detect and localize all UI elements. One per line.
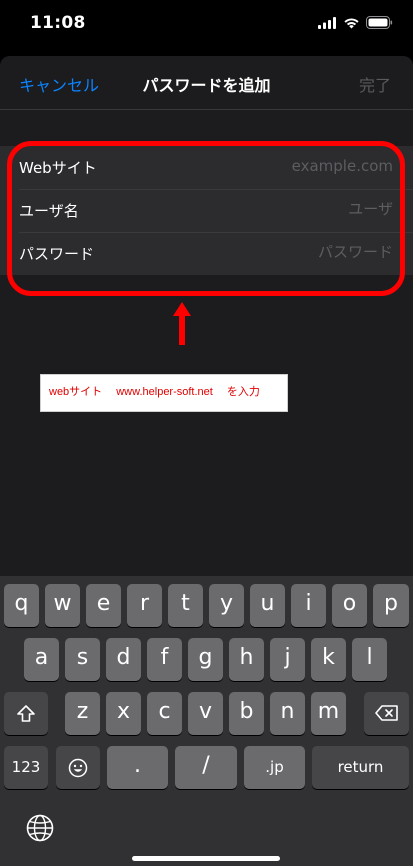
key-y[interactable]: y: [209, 584, 244, 627]
delete-key[interactable]: [364, 692, 409, 735]
key-h[interactable]: h: [229, 638, 264, 681]
key-n[interactable]: n: [270, 692, 305, 735]
key-d[interactable]: d: [106, 638, 141, 681]
key-e[interactable]: e: [86, 584, 121, 627]
shift-icon: [17, 705, 35, 722]
emoji-icon: [68, 758, 88, 778]
status-time: 11:08: [30, 13, 86, 33]
key-q[interactable]: q: [4, 584, 39, 627]
status-bar: 11:08: [0, 0, 413, 50]
home-indicator[interactable]: [132, 856, 280, 861]
jp-key[interactable]: .jp: [244, 746, 305, 789]
key-o[interactable]: o: [332, 584, 367, 627]
key-f[interactable]: f: [147, 638, 182, 681]
delete-icon: [374, 705, 398, 721]
key-t[interactable]: t: [168, 584, 203, 627]
key-r[interactable]: r: [127, 584, 162, 627]
instruction-text: webサイト www.helper-soft.net を入力: [49, 386, 260, 398]
instruction-note: webサイト www.helper-soft.net を入力: [40, 374, 288, 412]
key-a[interactable]: a: [24, 638, 59, 681]
key-c[interactable]: c: [147, 692, 182, 735]
highlight-frame: [7, 141, 405, 296]
page-title: パスワードを追加: [142, 76, 271, 95]
up-arrow-icon: [173, 302, 191, 345]
key-p[interactable]: p: [373, 584, 409, 627]
key-u[interactable]: u: [250, 584, 285, 627]
key-j[interactable]: j: [270, 638, 305, 681]
return-key[interactable]: return: [312, 746, 409, 789]
key-s[interactable]: s: [65, 638, 100, 681]
wifi-icon: [344, 17, 359, 28]
key-m[interactable]: m: [311, 692, 346, 735]
signal-icon: [318, 16, 336, 29]
key-x[interactable]: x: [106, 692, 141, 735]
key-k[interactable]: k: [311, 638, 346, 681]
key-b[interactable]: b: [229, 692, 264, 735]
period-key[interactable]: .: [107, 746, 168, 789]
nav-bar: キャンセル パスワードを追加 完了: [0, 56, 413, 110]
battery-icon: [366, 16, 393, 29]
key-w[interactable]: w: [45, 584, 80, 627]
key-z[interactable]: z: [65, 692, 100, 735]
key-g[interactable]: g: [188, 638, 223, 681]
slash-key[interactable]: /: [175, 746, 237, 789]
globe-icon[interactable]: [25, 813, 55, 843]
key-l[interactable]: l: [352, 638, 387, 681]
emoji-key[interactable]: [56, 746, 100, 789]
numbers-key[interactable]: 123: [4, 746, 48, 789]
shift-key[interactable]: [4, 692, 48, 735]
done-button[interactable]: 完了: [359, 72, 391, 96]
key-v[interactable]: v: [188, 692, 223, 735]
key-i[interactable]: i: [291, 584, 326, 627]
status-icons: [318, 16, 393, 29]
